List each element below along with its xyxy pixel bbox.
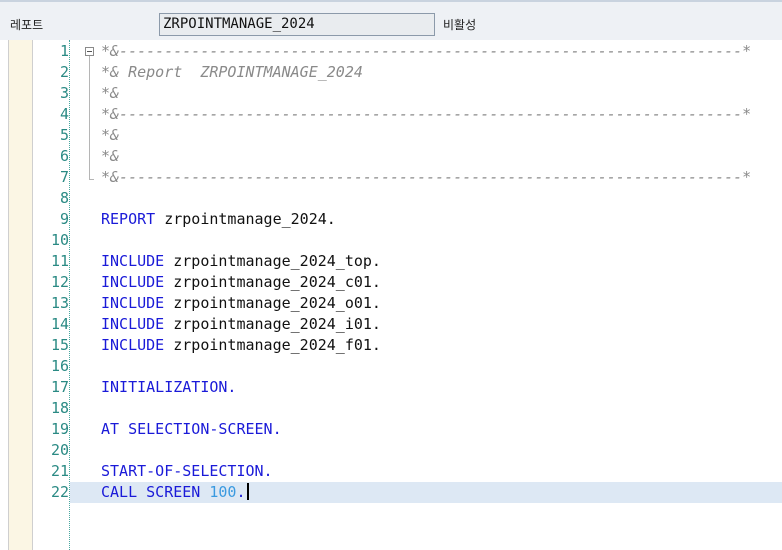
code-line[interactable]: 1 *&-------------------------------------… <box>0 41 782 62</box>
keyword-token: INITIALIZATION. <box>101 378 237 396</box>
code-line[interactable]: 3 *& <box>0 83 782 104</box>
keyword-token: INCLUDE <box>101 252 174 270</box>
code-text[interactable]: INCLUDE zrpointmanage_2024_i01. <box>101 314 381 335</box>
code-text[interactable]: *&--------------------------------------… <box>101 41 751 62</box>
keyword-token: INCLUDE <box>101 336 174 354</box>
code-line[interactable]: 2 *& Report ZRPOINTMANAGE_2024 <box>0 62 782 83</box>
code-line[interactable]: 7 *&-------------------------------------… <box>0 167 782 188</box>
code-line[interactable]: 15 INCLUDE zrpointmanage_2024_f01. <box>0 335 782 356</box>
code-editor[interactable]: 1 *&-------------------------------------… <box>0 40 782 550</box>
comment-token: *& Report ZRPOINTMANAGE_2024 <box>101 63 363 81</box>
line-number: 6 <box>59 147 69 165</box>
line-number: 1 <box>59 42 69 60</box>
code-line[interactable]: 22 CALL SCREEN 100. <box>0 482 782 503</box>
line-number: 22 <box>50 483 69 501</box>
keyword-token: CALL SCREEN <box>101 483 210 501</box>
code-line[interactable]: 13 INCLUDE zrpointmanage_2024_o01. <box>0 293 782 314</box>
code-line[interactable]: 21 START-OF-SELECTION. <box>0 461 782 482</box>
code-text[interactable]: *& Report ZRPOINTMANAGE_2024 <box>101 62 363 83</box>
code-text[interactable]: *& <box>101 146 119 167</box>
code-text[interactable]: INCLUDE zrpointmanage_2024_f01. <box>101 335 381 356</box>
code-text[interactable]: *& <box>101 83 119 104</box>
code-text[interactable]: INCLUDE zrpointmanage_2024_c01. <box>101 272 381 293</box>
line-number: 13 <box>50 294 69 312</box>
identifier-token: zrpointmanage_2024_top. <box>173 252 381 270</box>
code-text[interactable]: REPORT zrpointmanage_2024. <box>101 209 336 230</box>
code-line[interactable]: 8 <box>0 188 782 209</box>
code-text[interactable]: AT SELECTION-SCREEN. <box>101 419 282 440</box>
code-line[interactable]: 10 <box>0 230 782 251</box>
line-number: 14 <box>50 315 69 333</box>
keyword-token: START-OF-SELECTION. <box>101 462 273 480</box>
code-line[interactable]: 14 INCLUDE zrpointmanage_2024_i01. <box>0 314 782 335</box>
line-number: 19 <box>50 420 69 438</box>
comment-token: *&--------------------------------------… <box>101 42 752 60</box>
identifier-token: zrpointmanage_2024_c01. <box>173 273 381 291</box>
line-number: 5 <box>59 126 69 144</box>
comment-token: *&--------------------------------------… <box>101 105 752 123</box>
code-text[interactable]: INCLUDE zrpointmanage_2024_top. <box>101 251 381 272</box>
header-bar: 레포트 ZRPOINTMANAGE_2024 비활성 <box>0 0 782 40</box>
line-number: 7 <box>59 168 69 186</box>
text-cursor <box>246 483 249 500</box>
code-line[interactable]: 18 <box>0 398 782 419</box>
code-text[interactable]: *&--------------------------------------… <box>101 104 751 125</box>
identifier-token: zrpointmanage_2024_f01. <box>173 336 381 354</box>
code-line[interactable]: 12 INCLUDE zrpointmanage_2024_c01. <box>0 272 782 293</box>
comment-token: *& <box>101 84 120 102</box>
line-number: 8 <box>59 189 69 207</box>
line-number: 21 <box>50 462 69 480</box>
keyword-token: INCLUDE <box>101 294 174 312</box>
code-text[interactable]: CALL SCREEN 100. <box>101 482 249 503</box>
code-text[interactable]: *& <box>101 125 119 146</box>
number-token: 100 <box>209 483 237 501</box>
code-line[interactable]: 6 *& <box>0 146 782 167</box>
line-number: 16 <box>50 357 69 375</box>
identifier-token: zrpointmanage_2024. <box>164 210 336 228</box>
code-line[interactable]: 20 <box>0 440 782 461</box>
code-line[interactable]: 5 *& <box>0 125 782 146</box>
comment-token: *& <box>101 147 120 165</box>
identifier-token: zrpointmanage_2024_o01. <box>173 294 381 312</box>
code-line[interactable]: 4 *&-------------------------------------… <box>0 104 782 125</box>
keyword-token: . <box>236 483 246 501</box>
code-line[interactable]: 19 AT SELECTION-SCREEN. <box>0 419 782 440</box>
line-number: 2 <box>59 63 69 81</box>
line-number: 4 <box>59 105 69 123</box>
line-number: 3 <box>59 84 69 102</box>
keyword-token: INCLUDE <box>101 315 174 333</box>
identifier-token: zrpointmanage_2024_i01. <box>173 315 381 333</box>
keyword-token: INCLUDE <box>101 273 174 291</box>
code-line[interactable]: 16 <box>0 356 782 377</box>
keyword-token: REPORT <box>101 210 165 228</box>
code-line[interactable]: 9 REPORT zrpointmanage_2024. <box>0 209 782 230</box>
report-name-field[interactable]: ZRPOINTMANAGE_2024 <box>159 13 435 36</box>
comment-token: *&--------------------------------------… <box>101 168 752 186</box>
line-number: 17 <box>50 378 69 396</box>
code-text[interactable]: *&--------------------------------------… <box>101 167 751 188</box>
line-number: 18 <box>50 399 69 417</box>
line-number: 12 <box>50 273 69 291</box>
line-number: 10 <box>50 231 69 249</box>
status-text: 비활성 <box>443 18 477 32</box>
code-text[interactable]: INCLUDE zrpointmanage_2024_o01. <box>101 293 381 314</box>
code-line[interactable]: 11 INCLUDE zrpointmanage_2024_top. <box>0 251 782 272</box>
code-line[interactable]: 17 INITIALIZATION. <box>0 377 782 398</box>
report-label: 레포트 <box>10 18 44 32</box>
line-number: 20 <box>50 441 69 459</box>
code-text[interactable]: START-OF-SELECTION. <box>101 461 273 482</box>
line-number: 15 <box>50 336 69 354</box>
line-number: 11 <box>50 252 69 270</box>
code-text[interactable]: INITIALIZATION. <box>101 377 236 398</box>
line-number: 9 <box>59 210 69 228</box>
comment-token: *& <box>101 126 120 144</box>
keyword-token: AT SELECTION-SCREEN. <box>101 420 282 438</box>
